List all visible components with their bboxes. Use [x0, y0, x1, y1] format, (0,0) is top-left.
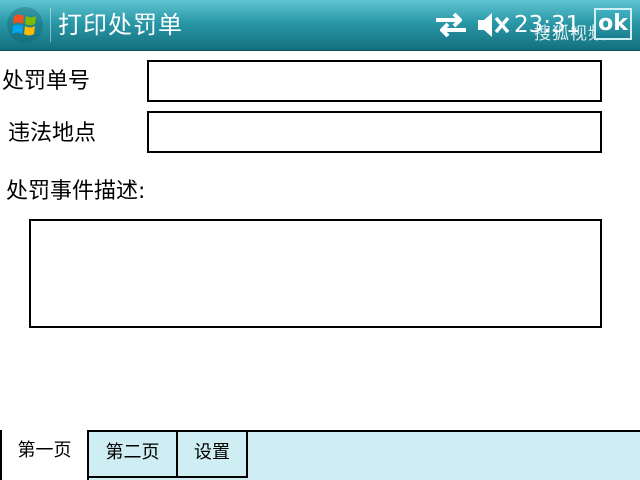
tab-page-one[interactable]: 第一页 [0, 430, 89, 480]
penalty-description-field[interactable] [29, 219, 602, 328]
penalty-number-field[interactable] [147, 60, 602, 102]
penalty-number-label: 处罚单号 [2, 69, 91, 94]
violation-location-label: 违法地点 [8, 121, 97, 146]
title-separator [50, 8, 51, 42]
tab-page-two[interactable]: 第二页 [89, 432, 178, 478]
title-bar: 打印处罚单 23:31 搜狐视频 ok [0, 0, 640, 51]
penalty-description-label: 处罚事件描述: [6, 179, 146, 204]
ok-button[interactable]: ok [594, 8, 632, 40]
tab-settings[interactable]: 设置 [178, 432, 248, 478]
speaker-mute-icon[interactable] [476, 10, 510, 40]
violation-location-field[interactable] [147, 111, 602, 153]
tab-bar: 第一页 第二页 设置 [0, 430, 640, 480]
windows-start-icon[interactable] [6, 6, 44, 44]
window-title: 打印处罚单 [58, 11, 183, 39]
sync-arrows-icon[interactable] [434, 12, 468, 38]
